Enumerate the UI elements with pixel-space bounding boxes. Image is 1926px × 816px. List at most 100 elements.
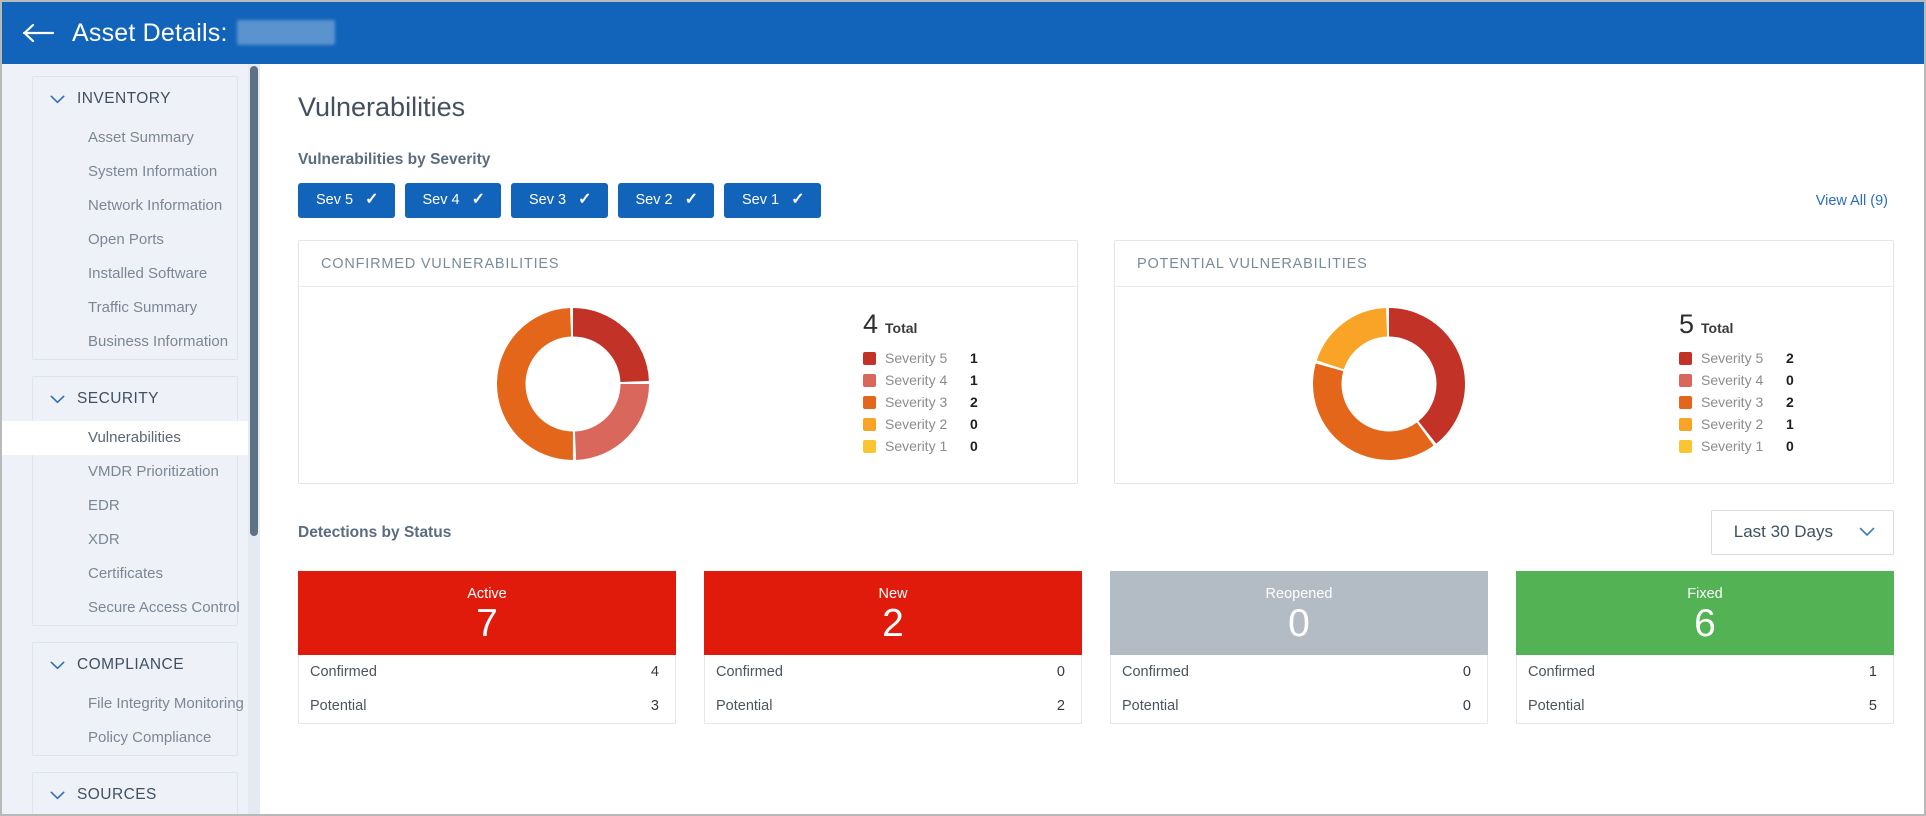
sidebar-scrollbar-track[interactable] [248,64,260,814]
legend-row: Severity 4 1 [847,369,1059,391]
legend-label: Severity 4 [1701,372,1764,388]
sidebar-item-traffic-summary[interactable]: Traffic Summary [33,291,237,325]
legend-value: 0 [970,416,978,432]
sidebar: INVENTORY Asset Summary System Information… [2,64,260,814]
potential-label: Potential [310,698,367,714]
status-card-active[interactable]: Active 7 Confirmed 4 Potential 3 [298,571,676,724]
chevron-down-icon [49,391,65,407]
status-card-rows: Confirmed 0 Potential 2 [704,655,1082,724]
legend-value: 2 [970,394,978,410]
detection-status-cards: Active 7 Confirmed 4 Potential 3 New 2 Confirmed… [298,571,1894,724]
status-card-fixed[interactable]: Fixed 6 Confirmed 1 Potential 5 [1516,571,1894,724]
vulnerabilities-by-severity-label: Vulnerabilities by Severity [298,151,491,168]
potential-value: 5 [1868,698,1877,714]
vulnerability-panels: CONFIRMED VULNERABILITIES 4 Total Severity … [298,240,1894,484]
chevron-down-icon [49,91,65,107]
sidebar-item-file-integrity-monitoring[interactable]: File Integrity Monitoring [33,687,244,721]
sidebar-group-header-compliance[interactable]: COMPLIANCE [33,643,237,687]
sidebar-group-title: SOURCES [77,786,157,803]
status-card-total: 7 [476,601,498,645]
status-card-title: New [878,586,908,603]
severity-chip-sev-1[interactable]: Sev 1 ✓ [724,183,821,218]
legend-label: Severity 2 [885,416,948,432]
status-card-reopened[interactable]: Reopened 0 Confirmed 0 Potential 0 [1110,571,1488,724]
severity-chip-sev-5[interactable]: Sev 5 ✓ [298,183,395,218]
check-icon: ✓ [578,191,592,208]
asset-name-redacted [236,19,335,45]
confirmed-value: 0 [1462,664,1471,680]
sidebar-item-open-ports[interactable]: Open Ports [33,223,237,257]
status-card-header: Reopened 0 [1110,571,1488,655]
status-card-rows: Confirmed 1 Potential 5 [1516,655,1894,724]
severity-chip-sev-2[interactable]: Sev 2 ✓ [617,183,714,218]
sidebar-item-vmdr-prioritization[interactable]: VMDR Prioritization [33,455,237,489]
sidebar-item-installed-software[interactable]: Installed Software [33,257,237,291]
sidebar-scrollbar-thumb[interactable] [250,66,258,536]
legend-row: Severity 2 0 [847,413,1059,435]
legend-total: 5 Total [1663,311,1875,338]
status-card-potential-row: Potential 5 [1517,689,1893,723]
time-range-dropdown[interactable]: Last 30 Days [1710,510,1894,555]
status-card-potential-row: Potential 0 [1111,689,1487,723]
legend-total: 4 Total [847,311,1059,338]
legend-label: Severity 4 [885,372,948,388]
legend-row: Severity 5 2 [1663,347,1875,369]
status-card-new[interactable]: New 2 Confirmed 0 Potential 2 [704,571,1082,724]
sidebar-group-header-inventory[interactable]: INVENTORY [33,77,237,121]
donut-chart-wrapper [299,308,847,460]
sidebar-item-system-information[interactable]: System Information [33,155,237,189]
time-range-value: Last 30 Days [1733,522,1833,541]
potential-value: 2 [1056,698,1065,714]
sidebar-group-title: INVENTORY [77,90,171,107]
status-card-total: 2 [882,601,904,645]
severity-chip-sev-4[interactable]: Sev 4 ✓ [404,183,501,218]
severity-chip-sev-3[interactable]: Sev 3 ✓ [511,183,608,218]
asset-details-label: Asset Details: [72,18,228,47]
sidebar-item-business-information[interactable]: Business Information [33,325,237,359]
view-all-link[interactable]: View All (9) [1816,193,1894,209]
legend-value: 2 [1786,394,1794,410]
status-card-title: Fixed [1687,586,1723,603]
sidebar-item-policy-compliance[interactable]: Policy Compliance [33,721,237,755]
sidebar-item-network-information[interactable]: Network Information [33,189,237,223]
sidebar-group-header-sources[interactable]: SOURCES [33,773,237,814]
check-icon: ✓ [471,191,485,208]
severity-filter-row: Sev 5 ✓ Sev 4 ✓ Sev 3 ✓ Sev 2 ✓ Sev 1 ✓ View All (… [298,183,1894,218]
severity-chip-label: Sev 2 [635,192,673,208]
sidebar-item-xdr[interactable]: XDR [33,523,237,557]
sidebar-group-sources: SOURCES [32,772,238,814]
legend-swatch-icon [1679,439,1692,453]
sidebar-item-asset-summary[interactable]: Asset Summary [33,121,237,155]
status-card-potential-row: Potential 2 [705,689,1081,723]
sidebar-group-compliance: COMPLIANCE File Integrity Monitoring Polic… [32,642,244,756]
panel-title: CONFIRMED VULNERABILITIES [299,241,1077,287]
legend-label: Severity 5 [1701,350,1764,366]
legend-value: 0 [1786,372,1794,388]
legend-swatch-icon [1679,395,1692,409]
panel-body: 4 Total Severity 5 1 Severity 4 1 Severity 32S… [299,287,1077,483]
legend-value: 1 [970,372,978,388]
back-arrow-icon[interactable] [16,10,62,56]
sidebar-group-header-security[interactable]: SECURITY [33,377,237,421]
sidebar-item-vulnerabilities[interactable]: Vulnerabilities [2,421,260,455]
legend-swatch-icon [863,395,876,409]
asset-details-page: Asset Details: INVENTORY Asset Summary Sys… [0,0,1926,816]
sidebar-item-edr[interactable]: EDR [33,489,237,523]
check-icon: ✓ [684,191,698,208]
status-card-confirmed-row: Confirmed 0 [705,655,1081,689]
legend-value: 1 [1786,416,1794,432]
severity-chip-label: Sev 4 [422,192,460,208]
donut-chart-wrapper [1115,308,1663,460]
main-content: Vulnerabilities Vulnerabilities by Sever… [260,64,1924,814]
donut-chart [497,308,649,460]
legend-row: Severity 4 0 [1663,369,1875,391]
page-header-title: Asset Details: [72,19,335,48]
top-bar: Asset Details: [2,2,1924,64]
status-card-confirmed-row: Confirmed 1 [1517,655,1893,689]
sidebar-item-certificates[interactable]: Certificates [33,557,237,591]
check-icon: ✓ [791,191,805,208]
sidebar-item-secure-access-control[interactable]: Secure Access Control [33,591,240,625]
donut-chart [1313,308,1465,460]
potential-value: 0 [1462,698,1471,714]
legend-row: Severity 3 2 [1663,391,1875,413]
